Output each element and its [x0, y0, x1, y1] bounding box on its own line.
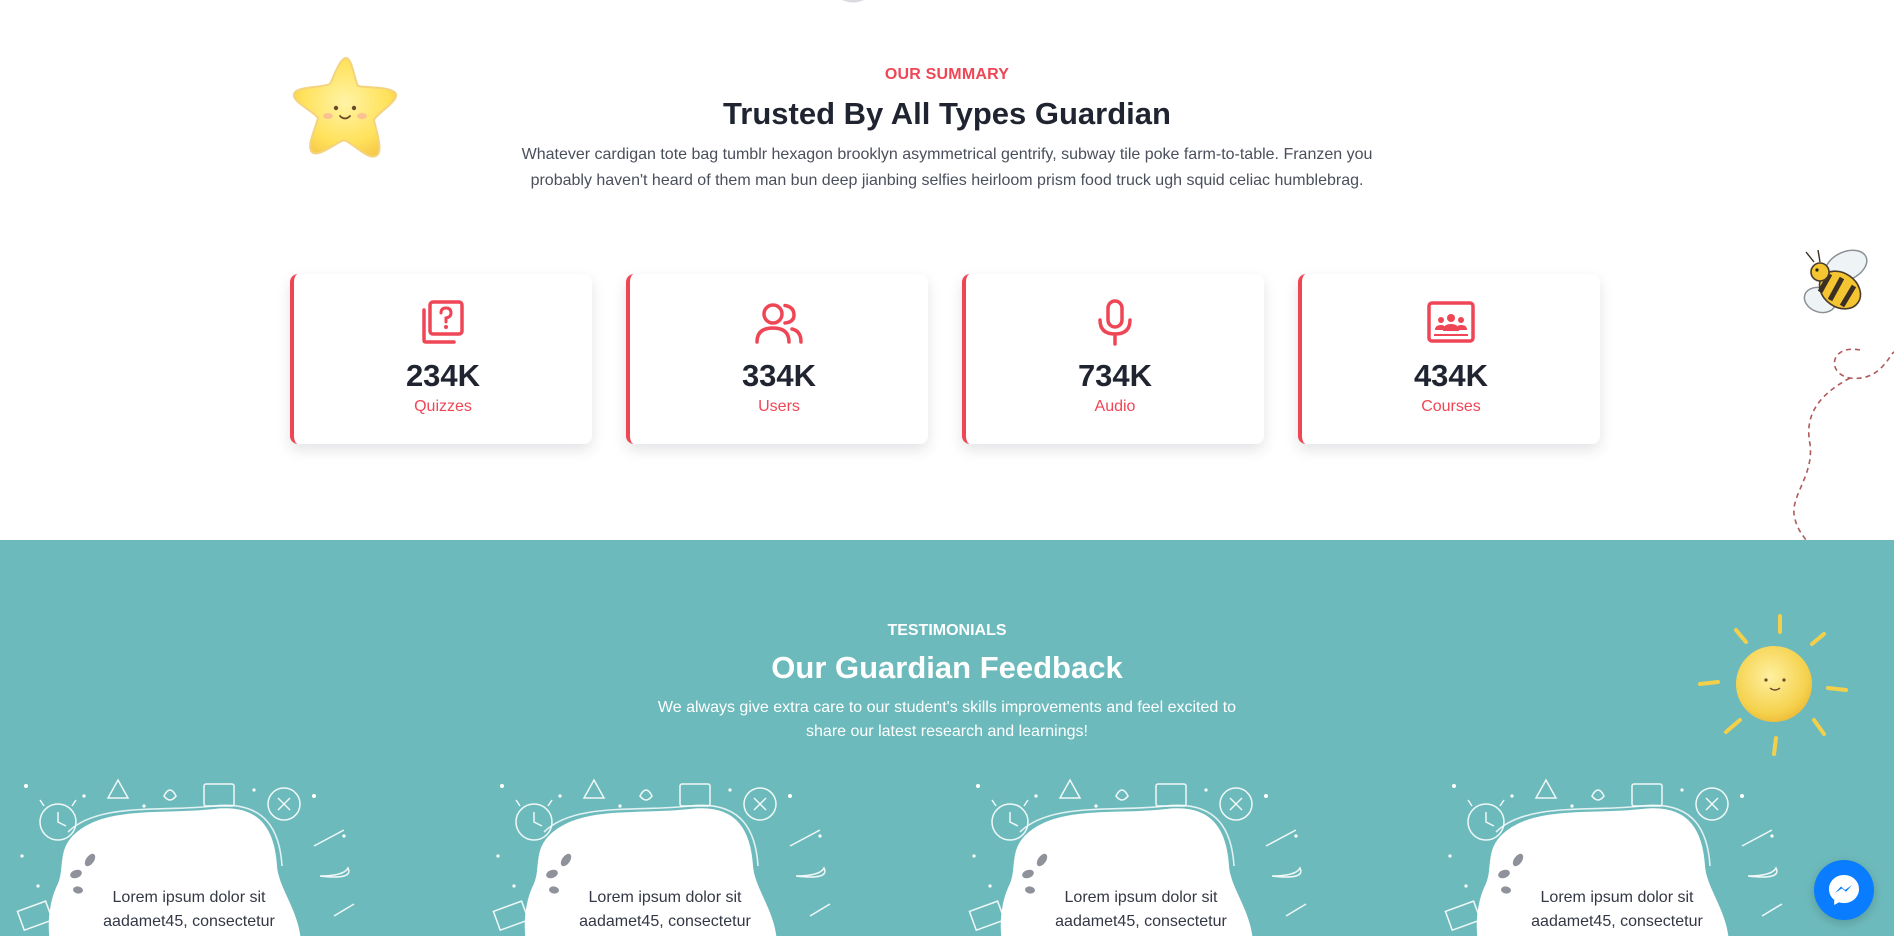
stat-value: 334K [741, 358, 817, 393]
stat-card-courses: 434K Courses [1298, 274, 1600, 444]
testimonial-card: Lorem ipsum dolor sit aadamet45, consect… [490, 776, 850, 936]
testimonials-section: TESTIMONIALS Our Guardian Feedback We al… [0, 540, 1894, 936]
testimonial-text: Lorem ipsum dolor sit aadamet45, consect… [1055, 889, 1227, 930]
microphone-icon [1098, 299, 1132, 346]
testimonial-text: Lorem ipsum dolor sit aadamet45, consect… [1531, 889, 1703, 930]
messenger-chat-button[interactable] [1814, 860, 1874, 920]
summary-title: Trusted By All Types Guardian [723, 96, 1171, 131]
testimonial-text: Lorem ipsum dolor sit aadamet45, consect… [103, 889, 275, 930]
stat-card-users: 334K Users [626, 274, 928, 444]
stat-value: 234K [405, 358, 481, 393]
page: OUR SUMMARY Trusted By All Types Guardia… [0, 0, 1894, 936]
stat-value: 434K [1413, 358, 1489, 393]
stat-value: 734K [1077, 358, 1153, 393]
testimonial-card: Lorem ipsum dolor sit aadamet45, consect… [1442, 776, 1802, 936]
testimonials-eyebrow: TESTIMONIALS [887, 622, 1007, 639]
testimonial-card: Lorem ipsum dolor sit aadamet45, consect… [14, 776, 374, 936]
messenger-icon [1829, 875, 1859, 905]
courses-icon [1427, 301, 1475, 343]
summary-section: OUR SUMMARY Trusted By All Types Guardia… [0, 0, 1894, 540]
stat-label: Courses [1421, 398, 1481, 415]
summary-description: Whatever cardigan tote bag tumblr hexago… [521, 146, 1373, 189]
bee-icon [1793, 249, 1894, 540]
stat-label: Quizzes [414, 398, 472, 415]
stat-label: Audio [1094, 398, 1136, 415]
testimonial-card: Lorem ipsum dolor sit aadamet45, consect… [966, 776, 1326, 936]
top-decoration-fragment [842, 0, 864, 3]
quiz-icon [422, 300, 464, 344]
summary-eyebrow: OUR SUMMARY [884, 66, 1010, 83]
stats-row: 234K Quizzes 334K Users 734K Audio 434K … [290, 274, 1600, 444]
stat-label: Users [758, 398, 800, 415]
testimonial-text: Lorem ipsum dolor sit aadamet45, consect… [579, 889, 751, 930]
stat-card-quizzes: 234K Quizzes [290, 274, 592, 444]
testimonials-description: We always give extra care to our student… [657, 699, 1237, 740]
testimonials-title: Our Guardian Feedback [771, 650, 1123, 685]
stat-card-audio: 734K Audio [962, 274, 1264, 444]
users-icon [755, 303, 803, 344]
